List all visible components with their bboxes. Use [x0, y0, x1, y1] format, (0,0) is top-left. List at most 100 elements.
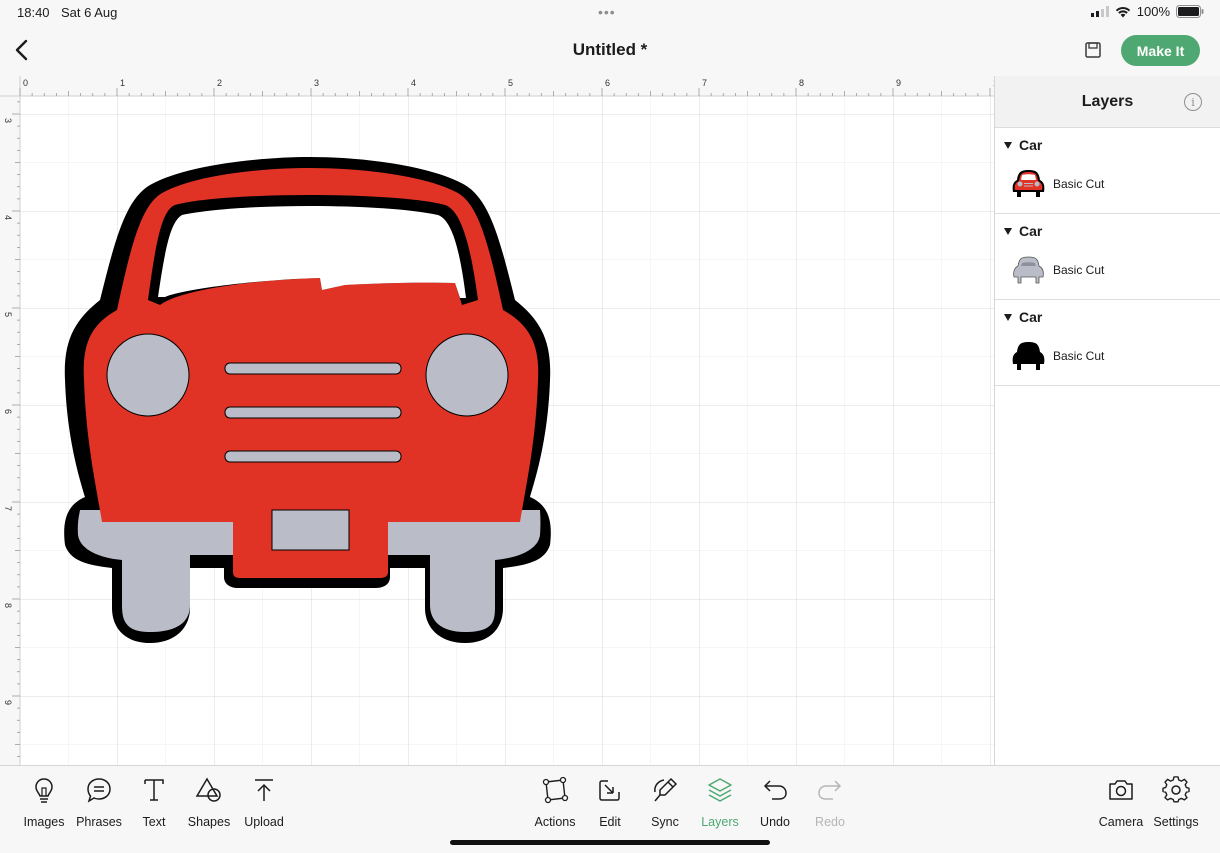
- layers-tool-label: Layers: [701, 815, 739, 829]
- images-tool-label: Images: [23, 815, 65, 829]
- camera-tool-label: Camera: [1098, 815, 1144, 829]
- sync-icon: [654, 777, 678, 802]
- layer-group: Car Basic Cut: [995, 128, 1220, 214]
- settings-tool-button[interactable]: Settings: [1146, 776, 1206, 829]
- ruler-top-label: 6: [605, 78, 610, 88]
- shapes-icon: [195, 777, 221, 802]
- actions-tool-button[interactable]: Actions: [525, 776, 585, 829]
- info-icon[interactable]: i: [1184, 93, 1202, 111]
- ruler-left: [0, 76, 20, 765]
- camera-icon: [1109, 780, 1133, 800]
- ruler-top-label: 2: [217, 78, 222, 88]
- ruler-top-label: 4: [411, 78, 416, 88]
- battery-percentage: 100%: [1136, 4, 1170, 19]
- ruler-left-label: 8: [3, 603, 13, 608]
- layer-group-name: Car: [1019, 223, 1043, 239]
- ruler-top: [0, 76, 994, 96]
- disclosure-triangle-icon: [1004, 313, 1012, 321]
- document-title: Untitled *: [572, 40, 648, 59]
- ruler-top-label: 8: [799, 78, 804, 88]
- phrases-tool-label: Phrases: [76, 815, 122, 829]
- car-grey-thumbnail-icon: [1013, 256, 1044, 284]
- ruler-top-label: 5: [508, 78, 513, 88]
- car-black-thumbnail-icon: [1012, 342, 1045, 370]
- cellular-signal-icon: [1090, 6, 1109, 17]
- car-red-layer[interactable]: [83, 168, 539, 578]
- ruler-top-label: 1: [120, 78, 125, 88]
- edit-tool-label: Edit: [599, 815, 621, 829]
- gear-icon: [1162, 776, 1190, 803]
- layers-panel-header: Layers i: [995, 76, 1220, 128]
- layers-tool-button[interactable]: Layers: [690, 776, 750, 829]
- ruler-top-label: 0: [23, 78, 28, 88]
- text-tool-label: Text: [142, 815, 166, 829]
- text-t-icon: [144, 779, 164, 801]
- camera-tool-button[interactable]: Camera: [1091, 776, 1151, 829]
- edit-tool-button[interactable]: Edit: [580, 776, 640, 829]
- ruler-left-label: 3: [3, 118, 13, 123]
- sync-tool-button[interactable]: Sync: [635, 776, 695, 829]
- images-tool-button[interactable]: Images: [14, 776, 74, 829]
- layer-group-toggle[interactable]: Car: [1004, 223, 1042, 239]
- save-button[interactable]: [1082, 39, 1104, 61]
- upload-tool-label: Upload: [244, 815, 284, 829]
- undo-tool-button[interactable]: Undo: [745, 776, 805, 829]
- layers-panel: Layers i Car Basic Cut Car Basic Cut Car…: [994, 76, 1220, 765]
- status-bar: 18:40 Sat 6 Aug ••• 100%: [0, 0, 1220, 26]
- actions-tool-label: Actions: [534, 815, 576, 829]
- shapes-tool-label: Shapes: [187, 815, 231, 829]
- battery-icon: [1176, 5, 1204, 18]
- layer-item[interactable]: Basic Cut: [1011, 168, 1104, 200]
- layer-operation-label: Basic Cut: [1053, 349, 1105, 363]
- status-date: Sat 6 Aug: [61, 5, 118, 20]
- disclosure-triangle-icon: [1004, 141, 1012, 149]
- make-it-button[interactable]: Make It: [1121, 35, 1200, 66]
- top-navigation-bar: Untitled * Make It: [0, 26, 1220, 76]
- redo-tool-label: Redo: [815, 815, 845, 829]
- ruler-left-label: 5: [3, 312, 13, 317]
- ruler-top-label: 7: [702, 78, 707, 88]
- status-indicators: 100%: [1090, 4, 1204, 19]
- ruler-top-label: 3: [314, 78, 319, 88]
- ruler-left-label: 7: [3, 506, 13, 511]
- redo-tool-button[interactable]: Redo: [800, 776, 860, 829]
- upload-tool-button[interactable]: Upload: [234, 776, 294, 829]
- car-red-thumbnail-icon: [1012, 170, 1045, 197]
- layer-group: Car Basic Cut: [995, 214, 1220, 300]
- speech-bubble-icon: [87, 778, 111, 803]
- layer-group-toggle[interactable]: Car: [1004, 137, 1042, 153]
- layer-operation-label: Basic Cut: [1053, 263, 1105, 277]
- home-indicator[interactable]: [450, 840, 770, 845]
- save-icon: [1085, 42, 1101, 58]
- layer-item[interactable]: Basic Cut: [1011, 254, 1104, 286]
- redo-icon: [818, 780, 842, 800]
- car-design[interactable]: [64, 157, 551, 643]
- text-tool-button[interactable]: Text: [124, 776, 184, 829]
- status-time: 18:40: [17, 5, 50, 20]
- settings-tool-label: Settings: [1153, 815, 1199, 829]
- multitasking-dots-icon[interactable]: •••: [598, 4, 616, 20]
- lightbulb-icon: [35, 778, 53, 803]
- shapes-tool-button[interactable]: Shapes: [179, 776, 239, 829]
- layer-operation-label: Basic Cut: [1053, 177, 1105, 191]
- design-canvas[interactable]: 01234567891 3456789: [0, 76, 994, 765]
- upload-icon: [255, 779, 273, 801]
- disclosure-triangle-icon: [1004, 227, 1012, 235]
- undo-tool-label: Undo: [760, 815, 790, 829]
- layers-icon: [708, 778, 732, 802]
- ruler-top-label: 9: [896, 78, 901, 88]
- ruler-left-label: 9: [3, 700, 13, 705]
- layer-group: Car Basic Cut: [995, 300, 1220, 386]
- canvas-grid: 01234567891 3456789: [0, 76, 994, 765]
- layer-item[interactable]: Basic Cut: [1011, 340, 1104, 372]
- edit-icon: [599, 780, 620, 801]
- ruler-left-label: 4: [3, 215, 13, 220]
- sync-tool-label: Sync: [651, 815, 679, 829]
- phrases-tool-button[interactable]: Phrases: [69, 776, 129, 829]
- layer-group-toggle[interactable]: Car: [1004, 309, 1042, 325]
- actions-icon: [542, 776, 569, 804]
- ruler-left-label: 6: [3, 409, 13, 414]
- layer-group-name: Car: [1019, 309, 1043, 325]
- bottom-toolbar: Images Phrases Text Shapes Upload Action…: [0, 765, 1220, 853]
- layer-group-name: Car: [1019, 137, 1043, 153]
